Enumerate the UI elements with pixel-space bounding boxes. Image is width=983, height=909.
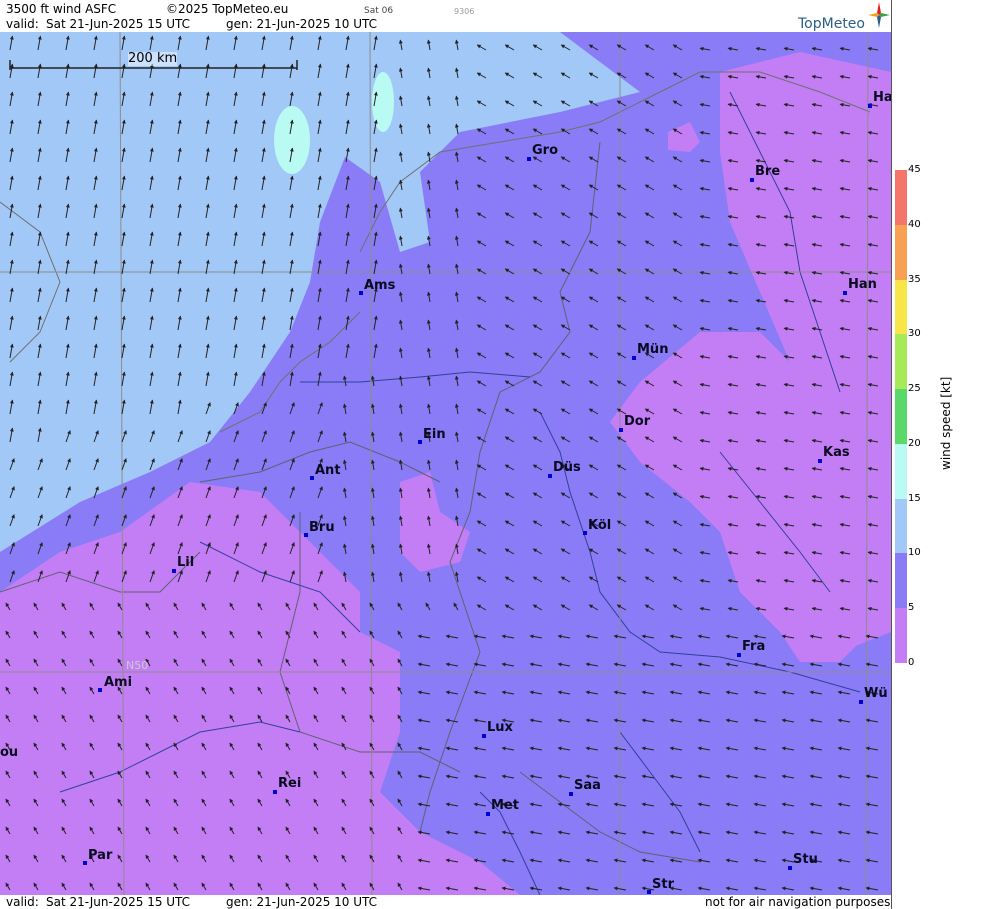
legend-tick-label: 20: [908, 437, 921, 449]
legend-band: [895, 279, 907, 335]
city-marker: [583, 531, 587, 535]
city-marker: [482, 734, 486, 738]
city-label[interactable]: Ant: [315, 464, 341, 478]
footer-gen-time: gen: 21-Jun-2025 10 UTC: [226, 895, 378, 909]
wind-map[interactable]: 200 km N50 Gro Bre Ha Ams Han Mün Ein Do…: [0, 32, 891, 895]
city-label[interactable]: Str: [652, 878, 674, 892]
legend-title: wind speed [kt]: [939, 376, 953, 470]
city-label[interactable]: Mün: [637, 343, 668, 357]
city-marker: [647, 890, 651, 894]
city-marker: [98, 688, 102, 692]
scale-label: 200 km: [128, 51, 178, 66]
city-marker: [818, 459, 822, 463]
city-label[interactable]: Rei: [278, 777, 301, 791]
legend-tick-label: 5: [908, 602, 915, 614]
city-marker: [310, 476, 314, 480]
city-marker: [527, 157, 531, 161]
legend-tick-label: 25: [908, 383, 921, 395]
city-label[interactable]: Bre: [755, 165, 780, 179]
city-label[interactable]: Gro: [532, 144, 558, 158]
valid-time: Sat 21-Jun-2025 15 UTC: [46, 17, 191, 31]
city-label[interactable]: Dor: [624, 415, 650, 429]
city-marker: [418, 440, 422, 444]
legend-band: [895, 498, 907, 554]
valid-prefix: valid:: [6, 17, 39, 31]
city-label[interactable]: Köl: [588, 519, 611, 533]
footer-valid-prefix: valid:: [6, 895, 39, 909]
city-marker: [750, 178, 754, 182]
run-code: 9306: [454, 7, 475, 16]
city-label[interactable]: ou: [0, 746, 18, 760]
city-marker: [737, 653, 741, 657]
city-label[interactable]: Met: [491, 799, 519, 813]
city-label[interactable]: Lux: [487, 721, 513, 735]
legend-band: [895, 608, 907, 663]
legend-band: [895, 553, 907, 609]
city-label[interactable]: Saa: [574, 779, 601, 793]
city-label[interactable]: Ein: [423, 428, 446, 442]
gen-time: gen: 21-Jun-2025 10 UTC: [226, 17, 378, 31]
wind-field-layer: [0, 32, 891, 895]
city-label[interactable]: Kas: [823, 446, 850, 460]
latitude-label: N50: [126, 659, 149, 672]
legend-band: [895, 443, 907, 499]
city-label[interactable]: Ami: [104, 676, 132, 690]
city-label[interactable]: Lil: [177, 556, 194, 570]
city-marker: [359, 291, 363, 295]
copyright: ©2025 TopMeteo.eu: [166, 2, 289, 16]
city-marker: [632, 356, 636, 360]
disclaimer: not for air navigation purposes: [705, 895, 891, 909]
legend-band: [895, 334, 907, 390]
city-marker: [788, 866, 792, 870]
city-label[interactable]: Wü: [864, 687, 888, 701]
footer-valid-time: Sat 21-Jun-2025 15 UTC: [46, 895, 191, 909]
wind-zone-15-20kt: [274, 106, 310, 174]
city-marker: [569, 792, 573, 796]
city-label[interactable]: Ams: [364, 279, 395, 293]
legend-tick-label: 35: [908, 273, 921, 285]
city-marker: [486, 812, 490, 816]
city-marker: [548, 474, 552, 478]
city-label[interactable]: Fra: [742, 640, 765, 654]
city-label[interactable]: Bru: [309, 521, 335, 535]
legend-tick-label: 0: [908, 657, 915, 668]
legend-band: [895, 224, 907, 280]
legend-tick-label: 40: [908, 218, 921, 230]
city-marker: [619, 428, 623, 432]
product-title: 3500 ft wind ASFC: [6, 2, 117, 16]
city-marker: [273, 790, 277, 794]
city-label[interactable]: Ha: [873, 91, 891, 105]
city-marker: [868, 104, 872, 108]
wind-zone-15-20kt-2: [372, 72, 394, 132]
header-bar: 3500 ft wind ASFC ©2025 TopMeteo.eu Sat …: [0, 0, 891, 32]
city-marker: [83, 861, 87, 865]
city-marker: [843, 291, 847, 295]
legend-tick-label: 45: [908, 164, 921, 175]
city-marker: [172, 569, 176, 573]
city-label[interactable]: Stu: [793, 853, 818, 867]
run-day: Sat 06: [364, 6, 394, 16]
city-label[interactable]: Düs: [553, 461, 581, 475]
city-label[interactable]: Han: [848, 278, 877, 292]
legend-band: [895, 170, 907, 225]
compass-star-icon: [868, 2, 890, 28]
footer-bar: valid: Sat 21-Jun-2025 15 UTC gen: 21-Ju…: [0, 895, 891, 909]
city-marker: [304, 533, 308, 537]
city-label[interactable]: Par: [88, 849, 112, 863]
legend-tick-label: 15: [908, 492, 921, 504]
topmeteo-logo: TopMeteo: [798, 16, 865, 32]
legend-tick-label: 10: [908, 547, 921, 559]
legend-tick-label: 30: [908, 328, 921, 340]
legend-band: [895, 389, 907, 444]
color-legend: 45 40 35 30 25 20 15 10 5 0 wind speed [kt]: [891, 0, 983, 909]
city-marker: [859, 700, 863, 704]
